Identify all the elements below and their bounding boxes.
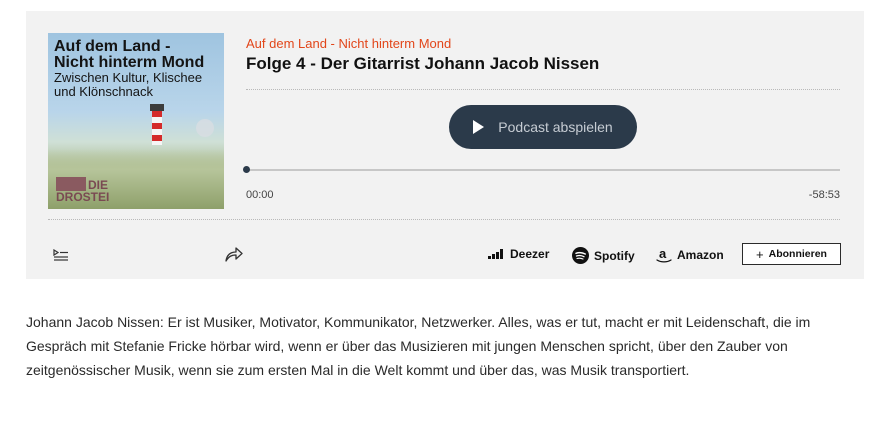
remaining-time: -58:53 [808,189,840,201]
divider [48,219,840,220]
share-icon[interactable] [225,246,243,262]
play-icon [473,120,485,134]
amazon-label: Amazon [677,248,724,262]
divider [246,89,840,90]
plus-icon: + [756,246,764,262]
lighthouse-graphic [150,104,164,145]
spotify-label: Spotify [594,248,635,263]
svg-text:a: a [659,247,667,261]
cover-brand-logo: DIE DROSTEI [56,177,110,204]
moon-graphic [196,119,214,137]
playlist-icon[interactable] [53,248,69,261]
deezer-label: Deezer [510,247,550,261]
subscribe-button[interactable]: + Abonnieren [742,243,841,265]
progress-handle[interactable] [243,166,250,173]
deezer-link[interactable]: Deezer [488,247,549,261]
spotify-icon [572,247,589,264]
progress-track[interactable] [246,169,840,171]
amazon-link[interactable]: a Amazon [656,247,724,263]
subscribe-label: Abonnieren [768,248,827,260]
play-podcast-button[interactable]: Podcast abspielen [449,105,637,149]
current-time: 00:00 [246,189,274,201]
podcast-player: Auf dem Land - Nicht hinterm Mond Zwisch… [26,11,864,279]
episode-description: Johann Jacob Nissen: Er ist Musiker, Mot… [26,314,811,378]
episode-title: Folge 4 - Der Gitarrist Johann Jacob Nis… [246,54,600,73]
cover-subtitle: Zwischen Kultur, Klischee und Klönschnac… [54,70,203,99]
show-title[interactable]: Auf dem Land - Nicht hinterm Mond [246,36,451,51]
amazon-icon: a [656,247,672,263]
podcast-cover-image: Auf dem Land - Nicht hinterm Mond Zwisch… [48,33,224,209]
play-button-label: Podcast abspielen [498,119,613,135]
cover-title: Auf dem Land - Nicht hinterm Mond [54,38,205,71]
deezer-icon [488,249,505,259]
spotify-link[interactable]: Spotify [572,247,635,264]
